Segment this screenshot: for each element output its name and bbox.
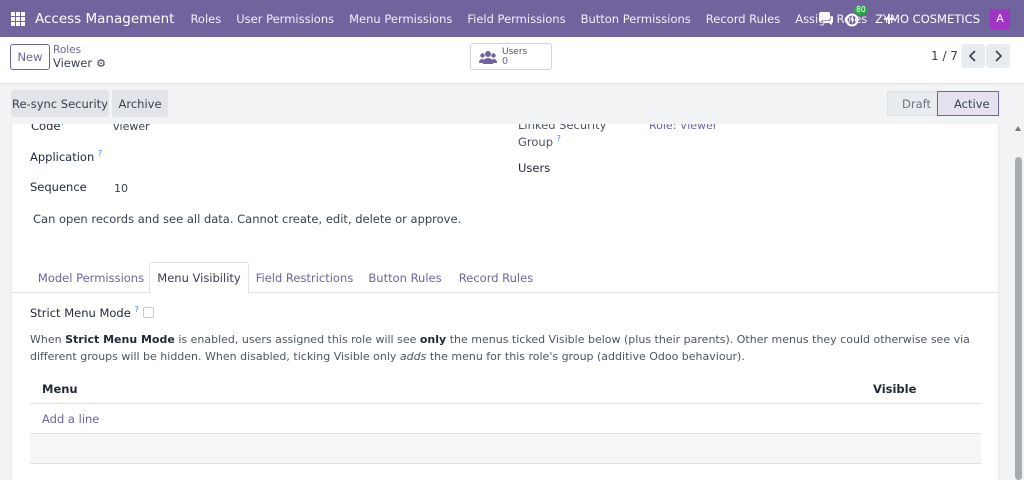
tab-model-permissions[interactable]: Model Permissions bbox=[32, 262, 150, 293]
help-icon[interactable]: ? bbox=[60, 124, 64, 127]
gear-icon[interactable]: ⚙ bbox=[96, 57, 106, 70]
app-title[interactable]: Access Management bbox=[35, 11, 174, 27]
stage-selector: Draft Active bbox=[887, 91, 999, 116]
user-avatar[interactable]: A bbox=[990, 8, 1010, 29]
chat-icon[interactable] bbox=[818, 11, 834, 26]
role-description[interactable]: Can open records and see all data. Canno… bbox=[33, 212, 461, 226]
apps-grid-icon[interactable] bbox=[11, 11, 25, 26]
menu-record-rules[interactable]: Record Rules bbox=[706, 12, 780, 26]
tab-field-restrictions[interactable]: Field Restrictions bbox=[251, 262, 358, 293]
application-label: Application ? bbox=[30, 149, 103, 164]
chevron-right-icon bbox=[995, 50, 1002, 62]
strict-mode-note: When Strict Menu Mode is enabled, users … bbox=[30, 333, 970, 363]
archive-button[interactable]: Archive bbox=[112, 90, 168, 117]
menu-menu-permissions[interactable]: Menu Permissions bbox=[349, 12, 452, 26]
menu-user-permissions[interactable]: User Permissions bbox=[236, 12, 334, 26]
notebook-tabs: Model Permissions Menu Visibility Field … bbox=[12, 262, 998, 294]
activity-clock-icon[interactable]: 80 bbox=[845, 4, 868, 27]
sequence-label: Sequence bbox=[30, 180, 87, 194]
linked-group-value[interactable]: Role: Viewer bbox=[649, 124, 717, 132]
scroll-up-arrow-icon[interactable] bbox=[1015, 126, 1021, 131]
scrollbar-thumb[interactable] bbox=[1015, 157, 1022, 480]
pager-next-button[interactable] bbox=[986, 44, 1010, 68]
linked-group-label: Linked Security bbox=[518, 124, 607, 132]
breadcrumb-current: Viewer ⚙ bbox=[53, 56, 106, 70]
help-icon[interactable]: ? bbox=[557, 134, 561, 143]
linked-group-label-line2: Group ? bbox=[518, 134, 561, 149]
code-label: Code? bbox=[31, 124, 65, 133]
help-icon[interactable]: ? bbox=[98, 149, 102, 158]
company-switcher[interactable]: ZYMO COSMETICS bbox=[875, 12, 980, 26]
users-label: Users bbox=[518, 161, 551, 175]
status-bar: Re-sync Security Archive Draft Active bbox=[0, 84, 1024, 124]
resync-security-button[interactable]: Re-sync Security bbox=[11, 90, 109, 117]
sequence-value[interactable]: 10 bbox=[114, 182, 128, 195]
page-scrollbar[interactable] bbox=[1012, 124, 1024, 480]
breadcrumb-roles[interactable]: Roles bbox=[53, 44, 81, 56]
smart-button-label: Users bbox=[502, 46, 528, 57]
column-menu[interactable]: Menu bbox=[42, 382, 78, 396]
menu-table-header: Menu Visible bbox=[30, 374, 981, 404]
table-row: Add a line bbox=[30, 404, 981, 434]
tab-record-rules[interactable]: Record Rules bbox=[452, 262, 540, 293]
activity-count-badge: 80 bbox=[854, 4, 868, 15]
tab-menu-visibility[interactable]: Menu Visibility bbox=[149, 262, 249, 294]
strict-menu-mode-checkbox[interactable] bbox=[143, 307, 154, 318]
users-icon bbox=[479, 50, 497, 64]
users-smart-button[interactable]: Users 0 bbox=[470, 43, 552, 70]
new-button[interactable]: New bbox=[10, 44, 50, 70]
form-sheet: Code? viewer Application ? Sequence 10 L… bbox=[11, 124, 999, 480]
menu-button-permissions[interactable]: Button Permissions bbox=[581, 12, 691, 26]
strict-menu-mode-label: Strict Menu Mode ? bbox=[30, 305, 139, 320]
menu-field-permissions[interactable]: Field Permissions bbox=[467, 12, 565, 26]
pager-value[interactable]: 1 / 7 bbox=[931, 49, 958, 63]
menu-roles[interactable]: Roles bbox=[190, 12, 221, 26]
stage-active[interactable]: Active bbox=[937, 91, 999, 116]
smart-button-value: 0 bbox=[502, 55, 509, 67]
top-navbar: Access Management Roles User Permissions… bbox=[0, 0, 1024, 37]
tab-button-rules[interactable]: Button Rules bbox=[362, 262, 448, 293]
help-icon[interactable]: ? bbox=[134, 305, 138, 314]
record-name: Viewer bbox=[53, 56, 93, 70]
add-a-line-link[interactable]: Add a line bbox=[42, 412, 99, 426]
control-panel: New Roles Viewer ⚙ Users 0 1 / 7 bbox=[0, 37, 1024, 84]
table-row bbox=[30, 434, 981, 464]
stage-draft[interactable]: Draft bbox=[887, 91, 937, 116]
column-visible[interactable]: Visible bbox=[873, 382, 916, 396]
code-value[interactable]: viewer bbox=[113, 124, 150, 133]
chevron-left-icon bbox=[969, 50, 976, 62]
pager-previous-button[interactable] bbox=[961, 44, 985, 68]
